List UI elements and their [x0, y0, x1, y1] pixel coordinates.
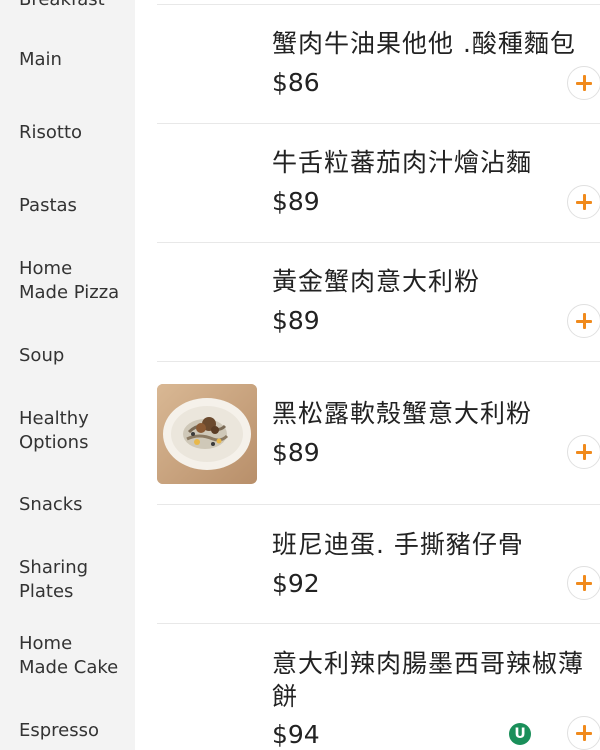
category-pastas[interactable]: Pastas [19, 194, 131, 218]
menu-item-price: $89 [272, 438, 320, 467]
menu-item-price: $86 [272, 68, 320, 97]
menu-item-name: 班尼迪蛋. 手撕豬仔骨 [272, 530, 524, 559]
plus-icon [576, 575, 592, 591]
plus-icon [576, 75, 592, 91]
menu-item-price: $92 [272, 569, 320, 598]
category-healthy-options[interactable]: Healthy Options [19, 407, 131, 454]
menu-item-name: 牛舌粒蕃茄肉汁燴沾麵 [272, 148, 533, 177]
category-snacks[interactable]: Snacks [19, 493, 131, 517]
menu-item-price: $94 [272, 720, 320, 749]
add-to-cart-button[interactable] [567, 185, 600, 219]
item-divider [157, 123, 600, 124]
app-badge-icon: U [509, 723, 531, 745]
dish-photo[interactable] [157, 384, 257, 484]
category-breakfast[interactable]: Breakfast [19, 0, 131, 12]
item-divider [157, 242, 600, 243]
category-home-made-pizza[interactable]: Home Made Pizza [19, 257, 131, 304]
category-home-made-cake[interactable]: Home Made Cake [19, 632, 131, 679]
menu-item-name: 蟹肉牛油果他他 .酸種麵包 [272, 29, 576, 58]
menu-item-price: $89 [272, 306, 320, 335]
plus-icon [576, 194, 592, 210]
add-to-cart-button[interactable] [567, 304, 600, 338]
add-to-cart-button[interactable] [567, 435, 600, 469]
category-espresso[interactable]: Espresso [19, 719, 131, 743]
category-main[interactable]: Main [19, 48, 131, 72]
item-divider [157, 361, 600, 362]
menu-item-list: 蟹肉牛油果他他 .酸種麵包 $86 牛舌粒蕃茄肉汁燴沾麵 $89 黃金蟹肉意大利… [135, 0, 600, 750]
plus-icon [576, 725, 592, 741]
add-to-cart-button[interactable] [567, 66, 600, 100]
item-divider [157, 504, 600, 505]
item-divider [157, 4, 600, 5]
category-sidebar: Breakfast Main Risotto Pastas Home Made … [0, 0, 135, 750]
add-to-cart-button[interactable] [567, 716, 600, 750]
menu-item-name: 黑松露軟殼蟹意大利粉 [272, 399, 533, 428]
menu-item-name: 意大利辣肉腸墨西哥辣椒薄餅 [272, 649, 585, 711]
item-divider [157, 623, 600, 624]
plus-icon [576, 313, 592, 329]
dish-photo-image [157, 384, 257, 484]
menu-item-price: $89 [272, 187, 320, 216]
plus-icon [576, 444, 592, 460]
category-sharing-plates[interactable]: Sharing Plates [19, 556, 131, 603]
category-soup[interactable]: Soup [19, 344, 131, 368]
menu-item-name: 黃金蟹肉意大利粉 [272, 267, 481, 296]
category-risotto[interactable]: Risotto [19, 121, 131, 145]
add-to-cart-button[interactable] [567, 566, 600, 600]
